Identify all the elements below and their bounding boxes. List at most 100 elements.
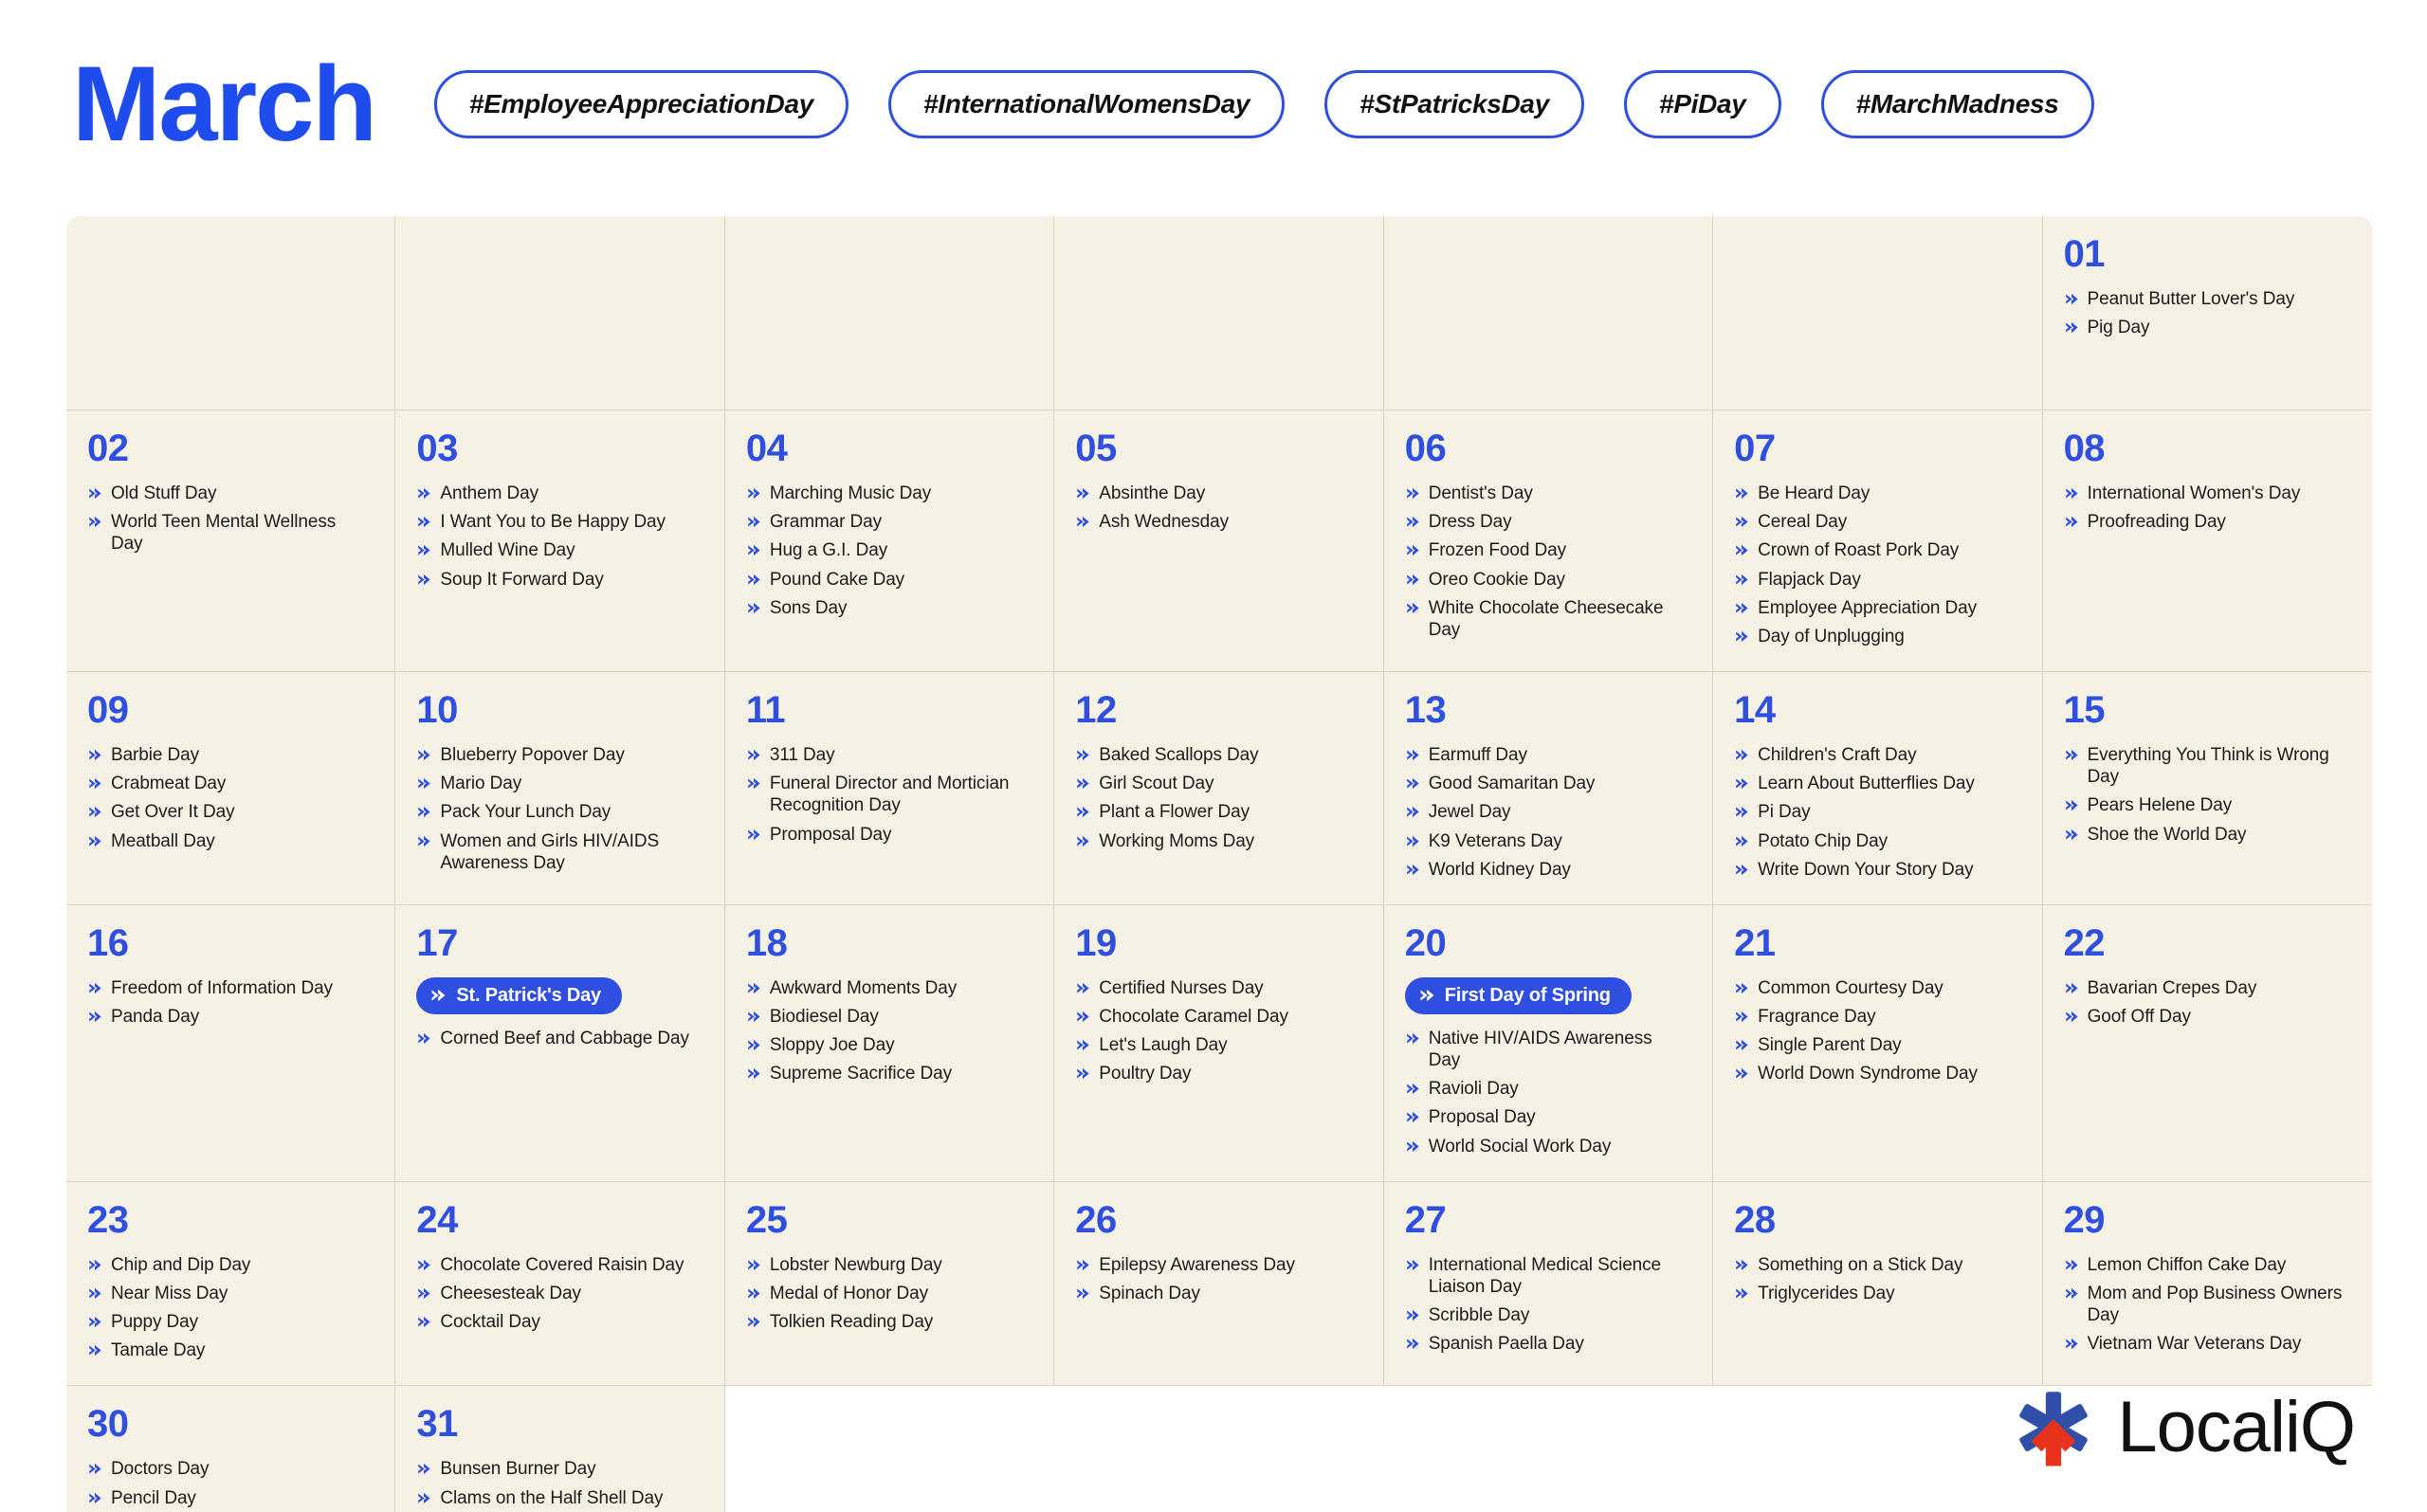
calendar-day-cell[interactable]: 29 Lemon Chiffon Cake Day Mom and Pop Busi… — [2043, 1182, 2372, 1386]
holiday-list-item[interactable]: Doctors Day — [87, 1458, 370, 1480]
calendar-day-cell[interactable]: 11 311 Day Funeral Director and Mortician … — [725, 672, 1055, 904]
calendar-day-cell[interactable]: 05 Absinthe Day Ash Wednesday — [1054, 410, 1384, 672]
holiday-list-item[interactable]: Mulled Wine Day — [416, 539, 699, 561]
holiday-list-item[interactable]: Pi Day — [1734, 801, 2016, 823]
calendar-day-cell[interactable]: 24 Chocolate Covered Raisin Day Cheesestea… — [395, 1181, 725, 1386]
holiday-list-item[interactable]: Marching Music Day — [746, 483, 1029, 504]
hashtag-pill[interactable]: #EmployeeAppreciationDay — [433, 70, 849, 138]
holiday-list-item[interactable]: Oreo Cookie Day — [1405, 569, 1688, 591]
calendar-day-cell[interactable]: 31 Bunsen Burner Day Clams on the Half She… — [395, 1386, 725, 1512]
holiday-list-item[interactable]: Shoe the World Day — [2064, 824, 2347, 846]
holiday-list-item[interactable]: Awkward Moments Day — [746, 977, 1029, 999]
holiday-list-item[interactable]: International Women's Day — [2064, 483, 2347, 504]
calendar-day-cell[interactable]: 30Doctors DayPencil DayTake a Walk in th… — [66, 1386, 396, 1512]
holiday-list-item[interactable]: Girl Scout Day — [1075, 773, 1358, 794]
holiday-list-item[interactable]: Bunsen Burner Day — [416, 1458, 699, 1480]
holiday-list-item[interactable]: Baked Scallops Day — [1075, 744, 1358, 766]
holiday-list-item[interactable]: Near Miss Day — [87, 1283, 370, 1304]
holiday-list-item[interactable]: Chocolate Covered Raisin Day — [416, 1254, 699, 1276]
holiday-list-item[interactable]: Earmuff Day — [1405, 744, 1688, 766]
calendar-day-cell[interactable]: 17 St. Patrick's Day Corned Beef and Cabba… — [395, 904, 725, 1181]
holiday-list-item[interactable]: Cheesesteak Day — [416, 1283, 699, 1304]
holiday-list-item[interactable]: Dress Day — [1405, 511, 1688, 533]
holiday-list-item[interactable]: Crabmeat Day — [87, 773, 370, 794]
holiday-list-item[interactable]: Lemon Chiffon Cake Day — [2064, 1254, 2347, 1276]
holiday-list-item[interactable]: Mom and Pop Business Owners Day — [2064, 1283, 2347, 1326]
calendar-day-cell[interactable]: 04 Marching Music Day Grammar Day Hug a G.I… — [725, 410, 1055, 672]
holiday-list-item[interactable]: Hug a G.I. Day — [746, 539, 1029, 561]
holiday-list-item[interactable]: 311 Day — [746, 744, 1029, 766]
calendar-day-cell[interactable]: 03 Anthem Day I Want You to Be Happy Day Mu… — [395, 410, 725, 672]
calendar-day-cell[interactable]: 18 Awkward Moments Day Biodiesel Day Sloppy… — [725, 904, 1055, 1181]
holiday-list-item[interactable]: World Kidney Day — [1405, 859, 1688, 881]
holiday-list-item[interactable]: Chip and Dip Day — [87, 1254, 370, 1276]
holiday-list-item[interactable]: Potato Chip Day — [1734, 830, 2016, 852]
holiday-list-item[interactable]: Absinthe Day — [1075, 483, 1358, 504]
calendar-day-cell[interactable]: 21 Common Courtesy Day Fragrance Day Single… — [1713, 904, 2043, 1181]
holiday-list-item[interactable]: Write Down Your Story Day — [1734, 859, 2016, 881]
calendar-day-cell[interactable]: 10 Blueberry Popover Day Mario Day Pack You… — [395, 672, 725, 904]
calendar-day-cell[interactable]: 20 First Day of Spring Native HIV/AIDS Awa… — [1384, 904, 1714, 1181]
featured-holiday-badge[interactable]: St. Patrick's Day — [416, 976, 622, 1014]
holiday-list-item[interactable]: Working Moms Day — [1075, 830, 1358, 852]
holiday-list-item[interactable]: I Want You to Be Happy Day — [416, 511, 699, 533]
holiday-list-item[interactable]: Cocktail Day — [416, 1311, 699, 1333]
holiday-list-item[interactable]: Funeral Director and Mortician Recogniti… — [746, 773, 1029, 816]
holiday-list-item[interactable]: Pears Helene Day — [2064, 794, 2347, 816]
calendar-day-cell[interactable]: 06 Dentist's Day Dress Day Frozen Food Day O… — [1384, 410, 1714, 672]
calendar-day-cell[interactable]: 26 Epilepsy Awareness Day Spinach Day — [1054, 1181, 1384, 1386]
calendar-day-cell[interactable]: 01 Peanut Butter Lover's Day Pig Day — [2043, 216, 2372, 410]
holiday-list-item[interactable]: Tolkien Reading Day — [746, 1311, 1029, 1333]
holiday-list-item[interactable]: Pencil Day — [87, 1487, 370, 1509]
holiday-list-item[interactable]: Goof Off Day — [2064, 1006, 2347, 1028]
holiday-list-item[interactable]: Dentist's Day — [1405, 483, 1688, 504]
holiday-list-item[interactable]: Everything You Think is Wrong Day — [2064, 744, 2347, 788]
holiday-list-item[interactable]: Sloppy Joe Day — [746, 1034, 1029, 1056]
holiday-list-item[interactable]: Get Over It Day — [87, 801, 370, 823]
holiday-list-item[interactable]: Let's Laugh Day — [1075, 1034, 1358, 1056]
holiday-list-item[interactable]: Spinach Day — [1075, 1283, 1358, 1304]
holiday-list-item[interactable]: Spanish Paella Day — [1405, 1333, 1688, 1355]
holiday-list-item[interactable]: Learn About Butterflies Day — [1734, 773, 2016, 794]
featured-holiday-badge[interactable]: First Day of Spring — [1404, 976, 1632, 1014]
holiday-list-item[interactable]: Triglycerides Day — [1734, 1283, 2016, 1304]
holiday-list-item[interactable]: Scribble Day — [1405, 1304, 1688, 1326]
holiday-list-item[interactable]: Bavarian Crepes Day — [2064, 977, 2347, 999]
holiday-list-item[interactable]: Employee Appreciation Day — [1734, 597, 2016, 619]
calendar-day-cell[interactable]: 27 International Medical Science Liaison … — [1384, 1181, 1714, 1386]
holiday-list-item[interactable]: Medal of Honor Day — [746, 1283, 1029, 1304]
holiday-list-item[interactable]: Supreme Sacrifice Day — [746, 1063, 1029, 1084]
holiday-list-item[interactable]: Children's Craft Day — [1734, 744, 2016, 766]
holiday-list-item[interactable]: Puppy Day — [87, 1311, 370, 1333]
holiday-list-item[interactable]: Grammar Day — [746, 511, 1029, 533]
hashtag-pill[interactable]: #InternationalWomensDay — [888, 70, 1286, 138]
holiday-list-item[interactable]: Poultry Day — [1075, 1063, 1358, 1084]
holiday-list-item[interactable]: Tamale Day — [87, 1339, 370, 1361]
calendar-day-cell[interactable]: 13 Earmuff Day Good Samaritan Day Jewel Day… — [1384, 672, 1714, 904]
holiday-list-item[interactable]: Peanut Butter Lover's Day — [2064, 288, 2347, 310]
holiday-list-item[interactable]: International Medical Science Liaison Da… — [1405, 1254, 1688, 1298]
holiday-list-item[interactable]: Ash Wednesday — [1075, 511, 1358, 533]
holiday-list-item[interactable]: Fragrance Day — [1734, 1006, 2016, 1028]
holiday-list-item[interactable]: Proofreading Day — [2064, 511, 2347, 533]
holiday-list-item[interactable]: Epilepsy Awareness Day — [1075, 1254, 1358, 1276]
holiday-list-item[interactable]: Clams on the Half Shell Day — [416, 1487, 699, 1509]
holiday-list-item[interactable]: Anthem Day — [416, 483, 699, 504]
calendar-day-cell[interactable]: 09 Barbie Day Crabmeat Day Get Over It Day M… — [66, 672, 396, 904]
holiday-list-item[interactable]: Pound Cake Day — [746, 569, 1029, 591]
holiday-list-item[interactable]: Pig Day — [2064, 317, 2347, 338]
holiday-list-item[interactable]: White Chocolate Cheesecake Day — [1405, 597, 1688, 641]
holiday-list-item[interactable]: Panda Day — [87, 1006, 370, 1028]
holiday-list-item[interactable]: Ravioli Day — [1405, 1078, 1688, 1100]
holiday-list-item[interactable]: Pack Your Lunch Day — [416, 801, 699, 823]
holiday-list-item[interactable]: Meatball Day — [87, 830, 370, 852]
holiday-list-item[interactable]: Be Heard Day — [1734, 483, 2016, 504]
holiday-list-item[interactable]: Common Courtesy Day — [1734, 977, 2016, 999]
hashtag-pill[interactable]: #StPatricksDay — [1324, 70, 1584, 138]
holiday-list-item[interactable]: Mario Day — [416, 773, 699, 794]
holiday-list-item[interactable]: Old Stuff Day — [87, 483, 370, 504]
calendar-day-cell[interactable]: 14 Children's Craft Day Learn About Butter… — [1713, 672, 2043, 904]
hashtag-pill[interactable]: #MarchMadness — [1820, 70, 2094, 138]
holiday-list-item[interactable]: World Down Syndrome Day — [1734, 1063, 2016, 1084]
holiday-list-item[interactable]: Soup It Forward Day — [416, 569, 699, 591]
